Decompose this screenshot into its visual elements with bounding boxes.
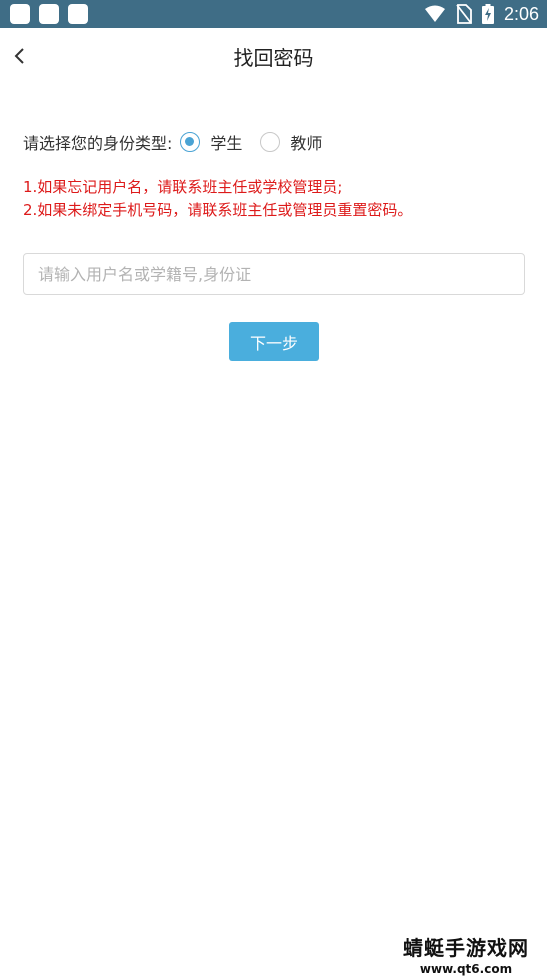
username-input[interactable] — [23, 253, 525, 295]
watermark-title: 蜻蜓手游戏网 — [403, 936, 529, 960]
radio-unchecked-icon[interactable] — [260, 132, 281, 152]
status-bar: 2:06 — [0, 0, 547, 28]
watermark-logo: 蜻蜓手游戏网 www.qt6.com — [391, 932, 541, 976]
no-sim-icon — [456, 4, 472, 24]
battery-charging-icon — [481, 4, 494, 24]
identity-type-row: 请选择您的身份类型: 学生 教师 — [23, 128, 322, 156]
radio-checked-icon[interactable] — [180, 132, 201, 152]
app-notification-icon — [10, 4, 30, 24]
watermark-url: www.qt6.com — [419, 962, 513, 976]
identity-type-label: 请选择您的身份类型: — [23, 134, 173, 153]
notice-line-1: 1.如果忘记用户名，请联系班主任或学校管理员; — [23, 178, 343, 196]
next-button[interactable]: 下一步 — [229, 322, 319, 361]
radio-option-student[interactable]: 学生 — [180, 130, 242, 154]
notice-line-2: 2.如果未绑定手机号码，请联系班主任或管理员重置密码。 — [23, 201, 413, 219]
app-notification-icon — [39, 4, 59, 24]
radio-option-teacher[interactable]: 教师 — [260, 130, 322, 154]
radio-label-student: 学生 — [210, 134, 243, 153]
notice-text: 1.如果忘记用户名，请联系班主任或学校管理员; 2.如果未绑定手机号码，请联系班… — [23, 176, 533, 222]
app-notification-icon — [68, 4, 88, 24]
radio-label-teacher: 教师 — [290, 134, 323, 153]
wifi-icon — [424, 5, 445, 22]
page-title: 找回密码 — [233, 46, 314, 70]
status-time: 2:06 — [503, 3, 539, 24]
title-bar: 找回密码 — [0, 28, 547, 84]
